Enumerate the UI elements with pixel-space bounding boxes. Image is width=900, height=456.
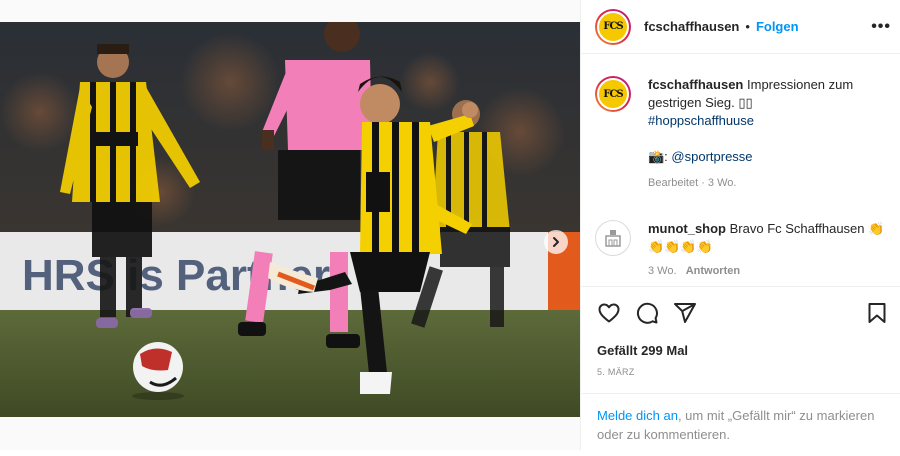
post-photo[interactable]: HRS is Partner [0,22,580,417]
reply-button[interactable]: Antworten [686,265,740,277]
camera-prefix: 📸: [648,149,672,164]
heart-icon[interactable] [597,301,621,325]
comment-row: munot_shop Bravo Fc Schaffhausen 👏 👏👏👏👏 … [595,220,888,280]
club-logo: FCS [597,10,629,43]
football-scene: HRS is Partner [0,22,580,417]
post-date: 5. MÄRZ [597,367,635,377]
caption-hashtag[interactable]: #hoppschaffhuuse [648,113,754,128]
caption-avatar[interactable]: FCS [595,76,631,112]
comment-username[interactable]: munot_shop [648,221,726,236]
comment-meta: 3 Wo. Antworten [648,262,888,280]
follow-button[interactable]: Folgen [756,19,799,34]
shop-logo-icon [605,230,621,247]
comment-avatar[interactable] [595,220,631,256]
header-separator: • [745,19,750,34]
like-count[interactable]: Gefällt 299 Mal [597,343,688,358]
caption-body: fcschaffhausen Impressionen zum gestrige… [648,76,888,192]
caption-row: FCS fcschaffhausen Impressionen zum gest… [595,76,888,192]
header-username[interactable]: fcschaffhausen [644,19,739,34]
caption-mention[interactable]: @sportpresse [671,149,752,164]
carousel-next-button[interactable] [544,230,568,254]
comment-body: munot_shop Bravo Fc Schaffhausen 👏 👏👏👏👏 … [648,220,888,280]
chevron-right-icon [553,237,559,247]
post-sidebar: FCS fcschaffhausen • Folgen ••• FCS fcsc… [580,0,900,450]
club-logo-text: FCS [603,88,623,100]
club-logo: FCS [597,78,629,110]
comment-icon[interactable] [635,301,659,325]
club-logo-text: FCS [603,21,623,32]
post-actions: Gefällt 299 Mal 5. MÄRZ Melde dich an, u… [581,286,900,446]
comment-emojis: 👏👏👏👏 [648,239,713,254]
login-prompt: Melde dich an, um mit „Gefällt mir“ zu m… [581,393,900,456]
login-link[interactable]: Melde dich an [597,408,678,423]
bookmark-icon[interactable] [865,301,889,325]
post-header: FCS fcschaffhausen • Folgen ••• [581,0,900,54]
top-margin [0,0,580,22]
caption-edited: Bearbeitet · 3 Wo. [648,177,737,189]
comment-text: Bravo Fc Schaffhausen 👏 [729,221,885,236]
more-options-button[interactable]: ••• [871,18,891,36]
bottom-margin [0,417,580,450]
comment-list[interactable]: FCS fcschaffhausen Impressionen zum gest… [581,58,900,286]
comment-age: 3 Wo. [648,265,677,277]
avatar[interactable]: FCS [595,8,631,45]
caption-username[interactable]: fcschaffhausen [648,77,743,92]
action-icons [597,301,697,325]
share-icon[interactable] [673,301,697,325]
